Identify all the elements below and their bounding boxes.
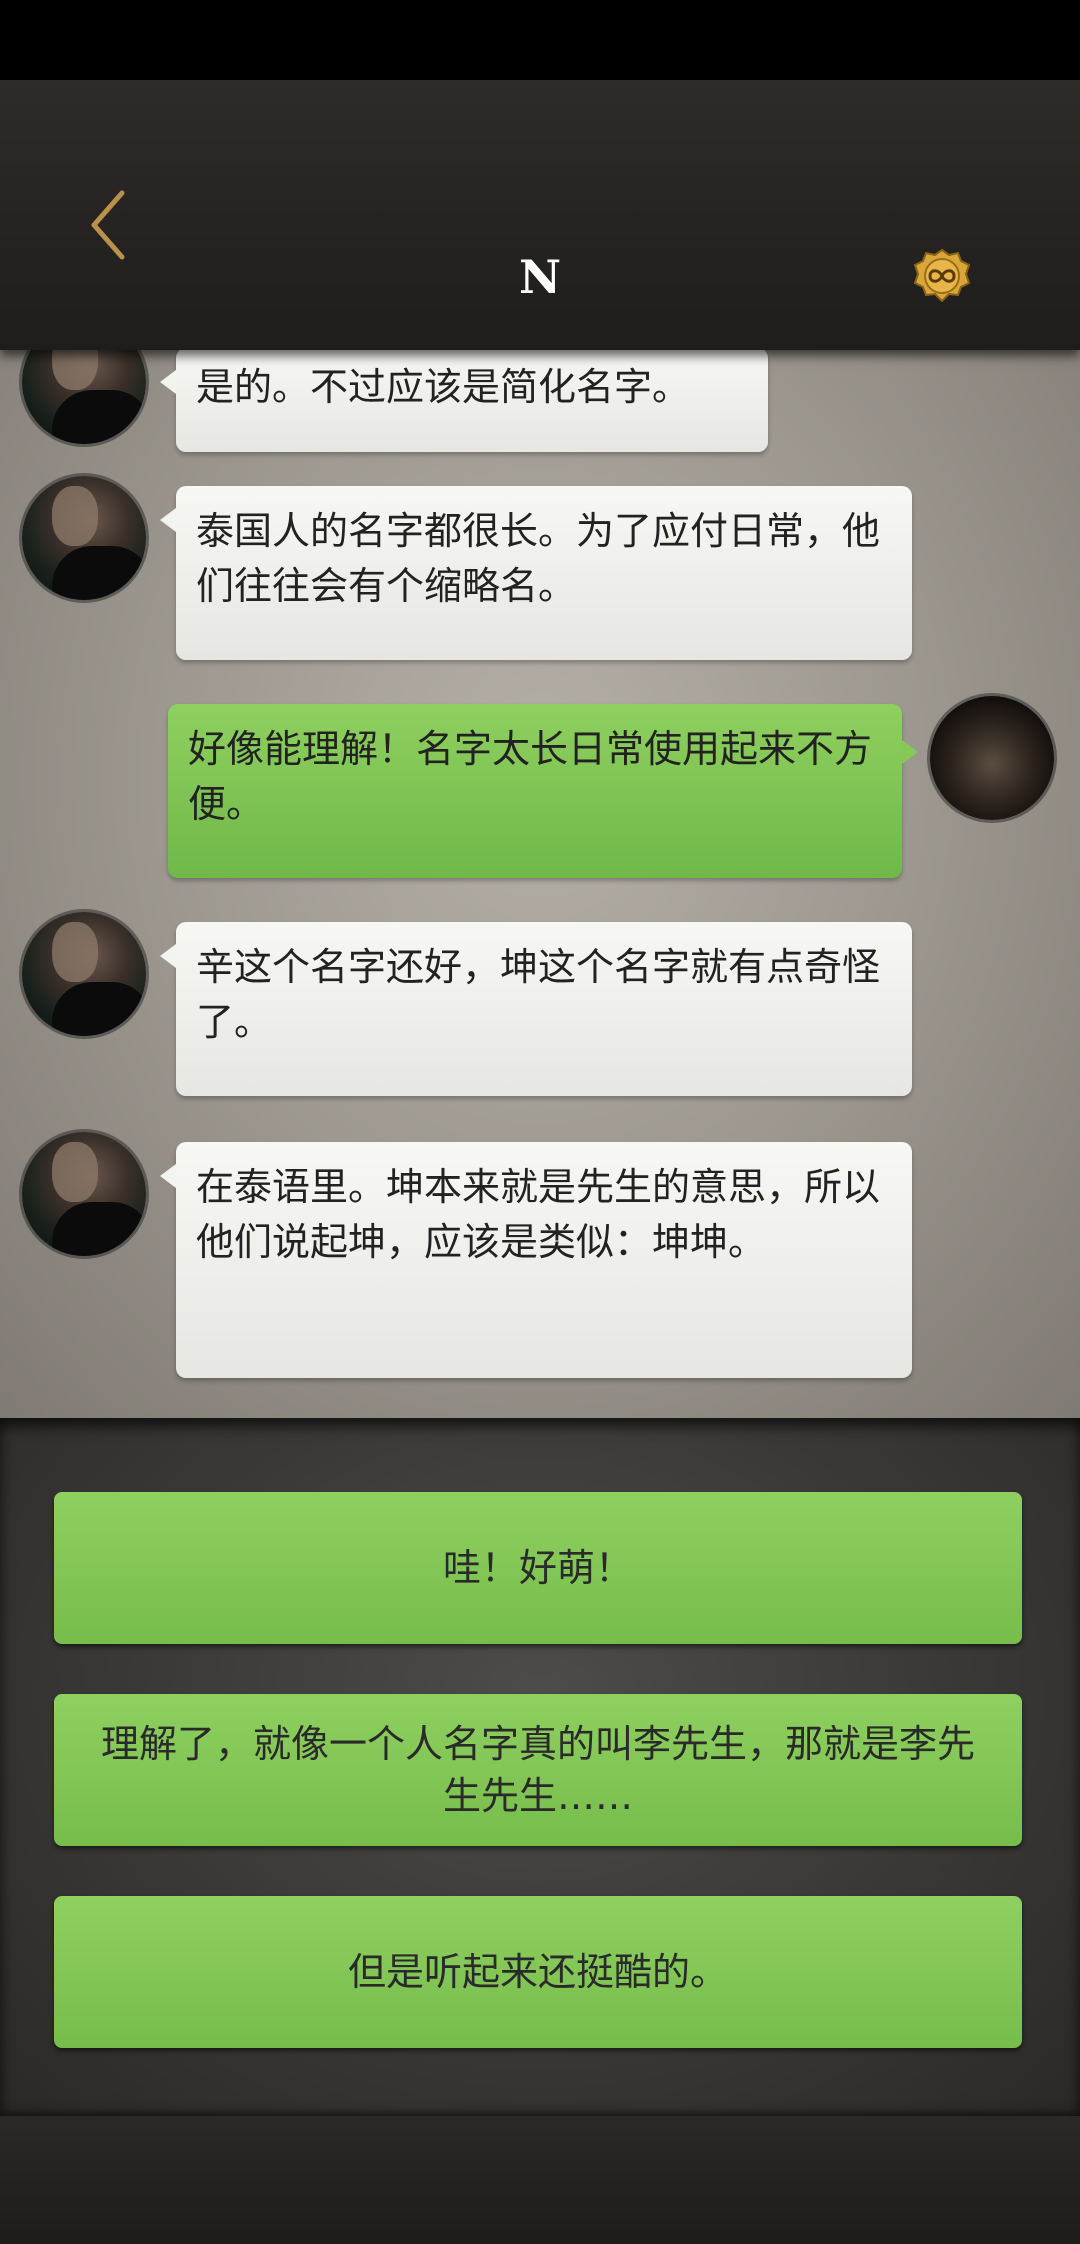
bottom-bar bbox=[0, 2116, 1080, 2244]
message-text: 泰国人的名字都很长。为了应付日常，他们往往会有个缩略名。 bbox=[196, 509, 881, 608]
message-bubble: 是的。不过应该是简化名字。 bbox=[160, 350, 768, 452]
message-bubble: 在泰语里。坤本来就是先生的意思，所以他们说起坤，应该是类似：坤坤。 bbox=[160, 1142, 912, 1378]
message-text: 是的。不过应该是简化名字。 bbox=[196, 365, 691, 409]
avatar[interactable] bbox=[22, 476, 146, 600]
reply-option-button[interactable]: 理解了，就像一个人名字真的叫李先生，那就是李先生先生…… bbox=[54, 1694, 1022, 1846]
message-text: 好像能理解！名字太长日常使用起来不方便。 bbox=[188, 727, 873, 826]
reply-option-label: 哇！好萌！ bbox=[442, 1546, 633, 1590]
message-text: 在泰语里。坤本来就是先生的意思，所以他们说起坤，应该是类似：坤坤。 bbox=[196, 1165, 881, 1264]
message-text: 辛这个名字还好，坤这个名字就有点奇怪了。 bbox=[196, 945, 881, 1044]
reply-options-panel: 哇！好萌！ 理解了，就像一个人名字真的叫李先生，那就是李先生先生…… 但是听起来… bbox=[0, 1418, 1080, 2116]
reply-option-button[interactable]: 但是听起来还挺酷的。 bbox=[54, 1896, 1022, 2048]
infinity-coin-icon bbox=[913, 248, 971, 303]
reply-option-label: 理解了，就像一个人名字真的叫李先生，那就是李先生先生…… bbox=[100, 1722, 975, 1818]
avatar[interactable] bbox=[22, 912, 146, 1036]
message-bubble: 泰国人的名字都很长。为了应付日常，他们往往会有个缩略名。 bbox=[160, 486, 912, 660]
reply-option-label: 但是听起来还挺酷的。 bbox=[347, 1950, 728, 1994]
infinity-coin-button[interactable] bbox=[912, 248, 972, 304]
avatar-self[interactable] bbox=[930, 696, 1054, 820]
chat-area[interactable]: 是的。不过应该是简化名字。 泰国人的名字都很长。为了应付日常，他们往往会有个缩略… bbox=[0, 350, 1080, 1418]
message-bubble: 辛这个名字还好，坤这个名字就有点奇怪了。 bbox=[160, 922, 912, 1096]
status-bar bbox=[0, 0, 1080, 80]
avatar[interactable] bbox=[22, 1132, 146, 1256]
avatar[interactable] bbox=[22, 350, 146, 444]
message-bubble-self: 好像能理解！名字太长日常使用起来不方便。 bbox=[168, 704, 918, 878]
reply-option-button[interactable]: 哇！好萌！ bbox=[54, 1492, 1022, 1644]
